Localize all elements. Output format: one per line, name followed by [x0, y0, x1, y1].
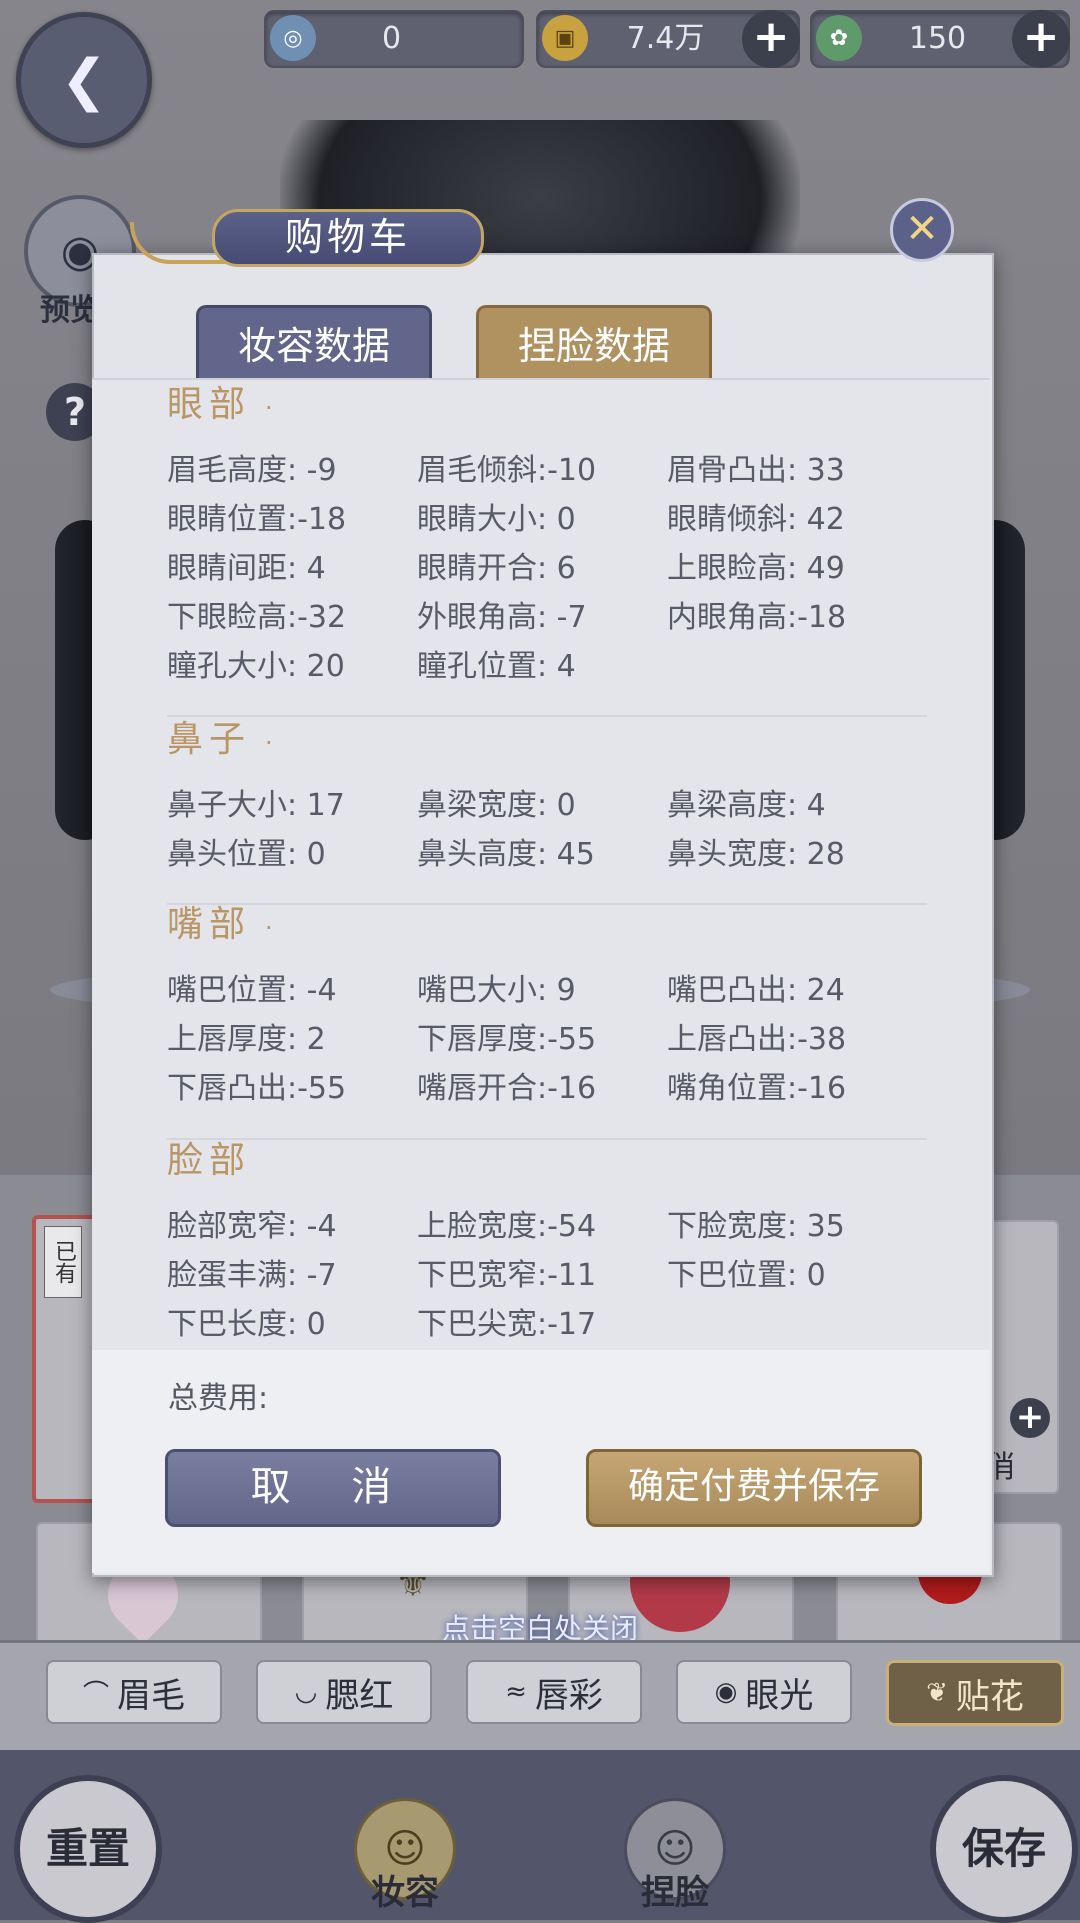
section-title: 脸部 [167, 1140, 252, 1181]
param-item: 下巴尖宽:-17 [417, 1307, 597, 1342]
section-mouth: 嘴部 · 嘴巴位置: -4 嘴巴大小: 9 嘴巴凸出: 24 上唇厚度: 2 下唇厚度:… [167, 900, 927, 1113]
cancel-button[interactable]: 取 消 [165, 1449, 501, 1527]
param-item: 脸部宽窄: -4 [167, 1209, 337, 1244]
section-title: 嘴部 · [167, 904, 279, 945]
param-item: 嘴角位置:-16 [667, 1071, 847, 1106]
total-cost-label: 总费用: [168, 1381, 269, 1416]
param-item: 下巴长度: 0 [167, 1307, 326, 1342]
param-item: 鼻梁宽度: 0 [417, 788, 576, 823]
section-face: 脸部 脸部宽窄: -4 上脸宽度:-54 下脸宽度: 35 脸蛋丰满: -7 下巴宽窄… [167, 1136, 927, 1349]
param-item: 外眼角高: -7 [417, 600, 587, 635]
param-item: 嘴巴位置: -4 [167, 973, 337, 1008]
param-item: 眼睛位置:-18 [167, 502, 347, 537]
param-item: 脸蛋丰满: -7 [167, 1258, 337, 1293]
section-eyes: 眼部 · 眉毛高度: -9 眉毛倾斜:-10 眉骨凸出: 33 眼睛位置:-18 眼睛大… [167, 380, 927, 691]
param-item: 上唇厚度: 2 [167, 1022, 326, 1057]
param-item: 下眼睑高:-32 [167, 600, 347, 635]
param-item: 下唇凸出:-55 [167, 1071, 347, 1106]
param-item: 鼻头高度: 45 [417, 837, 595, 872]
param-item: 上唇凸出:-38 [667, 1022, 847, 1057]
close-icon[interactable]: ✕ [890, 198, 954, 262]
param-item: 鼻梁高度: 4 [667, 788, 826, 823]
param-item: 嘴巴凸出: 24 [667, 973, 845, 1008]
section-title: 鼻子 · [167, 719, 279, 760]
tab-makeup-data[interactable]: 妆容数据 [196, 305, 432, 384]
param-item: 眼睛间距: 4 [167, 551, 326, 586]
section-nose: 鼻子 · 鼻子大小: 17 鼻梁宽度: 0 鼻梁高度: 4 鼻头位置: 0 鼻头高度: … [167, 715, 927, 879]
param-item: 眼睛大小: 0 [417, 502, 576, 537]
param-item: 瞳孔大小: 20 [167, 649, 345, 684]
param-item: 下脸宽度: 35 [667, 1209, 845, 1244]
param-item: 眉毛倾斜:-10 [417, 453, 597, 488]
tab-face-data[interactable]: 捏脸数据 [476, 305, 712, 384]
confirm-pay-save-button[interactable]: 确定付费并保存 [586, 1449, 922, 1527]
param-item: 下唇厚度:-55 [417, 1022, 597, 1057]
param-item: 鼻子大小: 17 [167, 788, 345, 823]
param-item: 内眼角高:-18 [667, 600, 847, 635]
param-item: 下巴宽窄:-11 [417, 1258, 597, 1293]
param-item: 眉毛高度: -9 [167, 453, 337, 488]
param-item: 上眼睑高: 49 [667, 551, 845, 586]
param-item: 眼睛倾斜: 42 [667, 502, 845, 537]
param-item: 瞳孔位置: 4 [417, 649, 576, 684]
dialog-title: 购物车 [212, 209, 484, 267]
param-item: 鼻头位置: 0 [167, 837, 326, 872]
param-item: 眉骨凸出: 33 [667, 453, 845, 488]
param-item: 下巴位置: 0 [667, 1258, 826, 1293]
param-item: 嘴唇开合:-16 [417, 1071, 597, 1106]
param-item: 眼睛开合: 6 [417, 551, 576, 586]
param-item: 嘴巴大小: 9 [417, 973, 576, 1008]
param-item: 鼻头宽度: 28 [667, 837, 845, 872]
section-title: 眼部 · [167, 384, 279, 425]
param-item: 上脸宽度:-54 [417, 1209, 597, 1244]
